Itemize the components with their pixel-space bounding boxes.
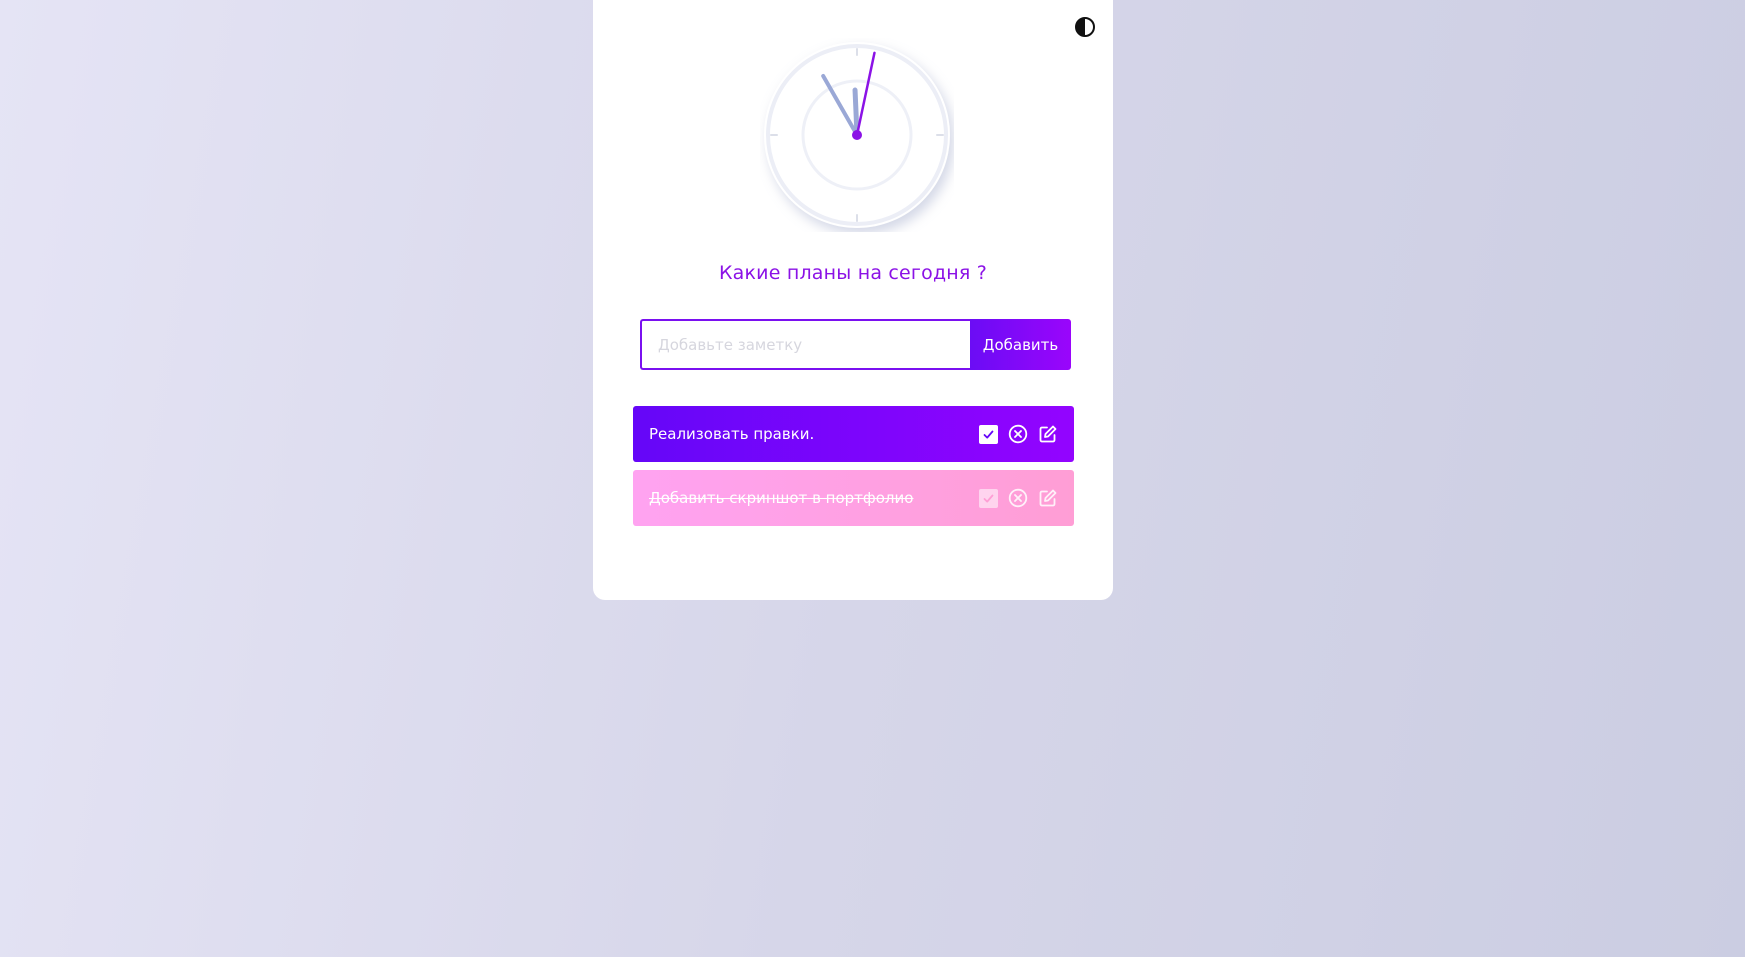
edit-icon [1039, 489, 1057, 507]
check-icon [983, 430, 993, 438]
contrast-icon [1075, 17, 1095, 37]
circle-x-icon [1008, 424, 1028, 444]
check-icon [983, 494, 993, 502]
todo-item: Добавить скриншот в портфолио [633, 470, 1074, 526]
edit-button[interactable] [1038, 488, 1058, 508]
todo-item: Реализовать правки. [633, 406, 1074, 462]
analog-clock [760, 38, 954, 232]
delete-button[interactable] [1008, 424, 1028, 444]
todo-card: Какие планы на сегодня ? Добавить Реализ… [593, 0, 1113, 600]
add-note-form: Добавить [640, 319, 1071, 370]
edit-icon [1039, 425, 1057, 443]
edit-button[interactable] [1038, 424, 1058, 444]
circle-x-icon [1008, 488, 1028, 508]
page-heading: Какие планы на сегодня ? [718, 262, 988, 284]
todo-text: Реализовать правки. [649, 425, 815, 443]
note-input[interactable] [640, 319, 970, 370]
todo-actions [978, 424, 1058, 444]
complete-button[interactable] [978, 488, 998, 508]
clock-center [852, 130, 862, 140]
todo-list: Реализовать правки. Добавить скриншот в … [633, 406, 1074, 534]
theme-toggle-button[interactable] [1074, 16, 1096, 38]
complete-button[interactable] [978, 424, 998, 444]
todo-text: Добавить скриншот в портфолио [649, 489, 914, 507]
todo-actions [978, 488, 1058, 508]
add-button[interactable]: Добавить [970, 319, 1071, 370]
delete-button[interactable] [1008, 488, 1028, 508]
